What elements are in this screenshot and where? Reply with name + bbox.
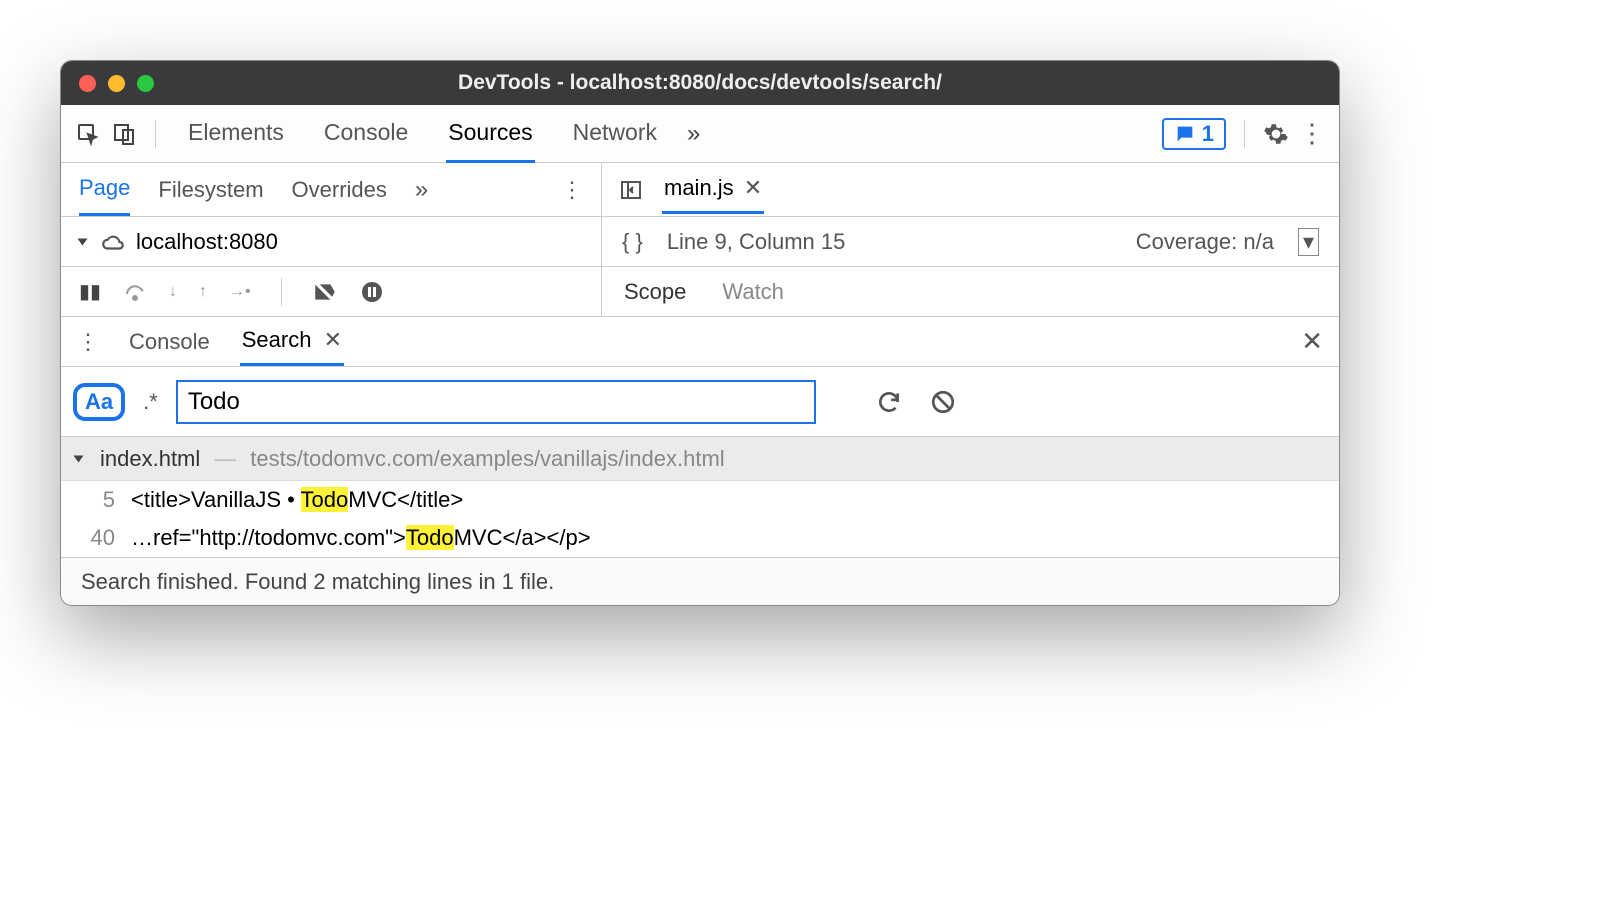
result-line[interactable]: 40 …ref="http://todomvc.com">TodoMVC</a><… <box>61 519 1339 557</box>
result-lines: 5 <title>VanillaJS • TodoMVC</title> 40 …re… <box>61 481 1339 557</box>
drawer-menu-icon[interactable]: ⋮ <box>77 329 99 355</box>
minimize-window[interactable] <box>108 75 125 92</box>
result-filename: index.html <box>100 446 200 472</box>
scope-tab[interactable]: Scope <box>624 279 686 305</box>
subtab-overrides[interactable]: Overrides <box>292 165 387 215</box>
pause-icon[interactable]: ▮▮ <box>79 279 101 304</box>
tab-sources[interactable]: Sources <box>446 105 534 163</box>
drawer-tabs: ⋮ Console Search ✕ ✕ <box>61 317 1339 367</box>
traffic-lights <box>79 75 154 92</box>
divider <box>155 120 156 148</box>
step-into-icon[interactable]: ↓ <box>169 283 177 301</box>
navigator-tabs: Page Filesystem Overrides » ⋮ <box>61 163 601 216</box>
line-text: <title>VanillaJS • TodoMVC</title> <box>131 487 463 513</box>
cloud-icon <box>100 229 126 255</box>
feedback-count: 1 <box>1202 121 1214 147</box>
line-number: 40 <box>79 525 115 551</box>
watch-tab[interactable]: Watch <box>722 279 784 305</box>
result-line[interactable]: 5 <title>VanillaJS • TodoMVC</title> <box>61 481 1339 519</box>
search-status: Search finished. Found 2 matching lines … <box>61 557 1339 605</box>
tab-elements[interactable]: Elements <box>186 105 286 163</box>
editor-statusbar: { } Line 9, Column 15 Coverage: n/a ▾ <box>601 217 1339 266</box>
sources-subtabs-row: Page Filesystem Overrides » ⋮ main.js ✕ <box>61 163 1339 217</box>
line-text: …ref="http://todomvc.com">TodoMVC</a></p… <box>131 525 591 551</box>
format-icon[interactable]: { } <box>622 229 643 255</box>
drawer-console-tab[interactable]: Console <box>127 319 212 365</box>
toggle-navigator-icon[interactable] <box>618 177 644 203</box>
file-tab-main-js[interactable]: main.js ✕ <box>662 165 764 214</box>
panel-tabs: Elements Console Sources Network <box>186 105 659 163</box>
tree-host: localhost:8080 <box>136 229 278 255</box>
tree-expand-icon[interactable] <box>74 455 84 462</box>
result-file-header[interactable]: index.html — tests/todomvc.com/examples/… <box>61 437 1339 481</box>
close-drawer-icon[interactable]: ✕ <box>1301 326 1323 357</box>
drawer-search-tab[interactable]: Search ✕ <box>240 317 344 366</box>
clear-icon[interactable] <box>930 389 956 415</box>
main-toolbar: Elements Console Sources Network » 1 ⋮ <box>61 105 1339 163</box>
close-search-tab-icon[interactable]: ✕ <box>324 327 342 352</box>
devtools-window: DevTools - localhost:8080/docs/devtools/… <box>60 60 1340 606</box>
navigator-menu-icon[interactable]: ⋮ <box>561 177 583 203</box>
debug-sidebar-tabs: Scope Watch <box>601 267 1339 316</box>
match-case-toggle[interactable]: Aa <box>73 383 125 421</box>
more-tabs[interactable]: » <box>687 120 700 148</box>
debugger-toolbar-row: ▮▮ ↓ ↑ →• Scope Watch <box>61 267 1339 317</box>
tab-network[interactable]: Network <box>571 105 659 163</box>
editor-tabs: main.js ✕ <box>601 163 1339 216</box>
kebab-menu-icon[interactable]: ⋮ <box>1299 121 1325 147</box>
refresh-icon[interactable] <box>876 389 902 415</box>
step-over-icon[interactable] <box>123 280 147 304</box>
cursor-position: Line 9, Column 15 <box>667 229 846 255</box>
tree-expand-icon[interactable] <box>78 238 88 245</box>
device-toggle-icon[interactable] <box>111 121 137 147</box>
result-filepath: tests/todomvc.com/examples/vanillajs/ind… <box>250 446 724 472</box>
file-tab-label: main.js <box>664 175 734 201</box>
close-tab-icon[interactable]: ✕ <box>744 175 762 201</box>
step-out-icon[interactable]: ↑ <box>199 283 207 301</box>
pause-exceptions-icon[interactable] <box>360 280 384 304</box>
inspect-icon[interactable] <box>75 121 101 147</box>
line-number: 5 <box>79 487 115 513</box>
coverage-label: Coverage: n/a <box>1136 229 1274 255</box>
dropdown-icon[interactable]: ▾ <box>1298 228 1319 256</box>
regex-toggle[interactable]: .* <box>137 389 164 415</box>
feedback-button[interactable]: 1 <box>1162 118 1226 150</box>
search-toolbar: Aa .* <box>61 367 1339 437</box>
deactivate-breakpoints-icon[interactable] <box>312 279 338 305</box>
divider <box>281 278 282 306</box>
file-tree[interactable]: localhost:8080 <box>61 217 601 266</box>
settings-icon[interactable] <box>1263 121 1289 147</box>
step-icon[interactable]: →• <box>229 283 251 301</box>
content-row: localhost:8080 { } Line 9, Column 15 Cov… <box>61 217 1339 267</box>
close-window[interactable] <box>79 75 96 92</box>
subtab-filesystem[interactable]: Filesystem <box>158 165 263 215</box>
debug-controls: ▮▮ ↓ ↑ →• <box>61 267 601 316</box>
window-title: DevTools - localhost:8080/docs/devtools/… <box>458 71 942 95</box>
tab-console[interactable]: Console <box>322 105 410 163</box>
more-subtabs[interactable]: » <box>415 176 428 204</box>
titlebar: DevTools - localhost:8080/docs/devtools/… <box>61 61 1339 105</box>
divider <box>1244 120 1245 148</box>
search-input[interactable] <box>176 380 816 424</box>
feedback-icon <box>1174 123 1196 145</box>
maximize-window[interactable] <box>137 75 154 92</box>
subtab-page[interactable]: Page <box>79 163 130 216</box>
